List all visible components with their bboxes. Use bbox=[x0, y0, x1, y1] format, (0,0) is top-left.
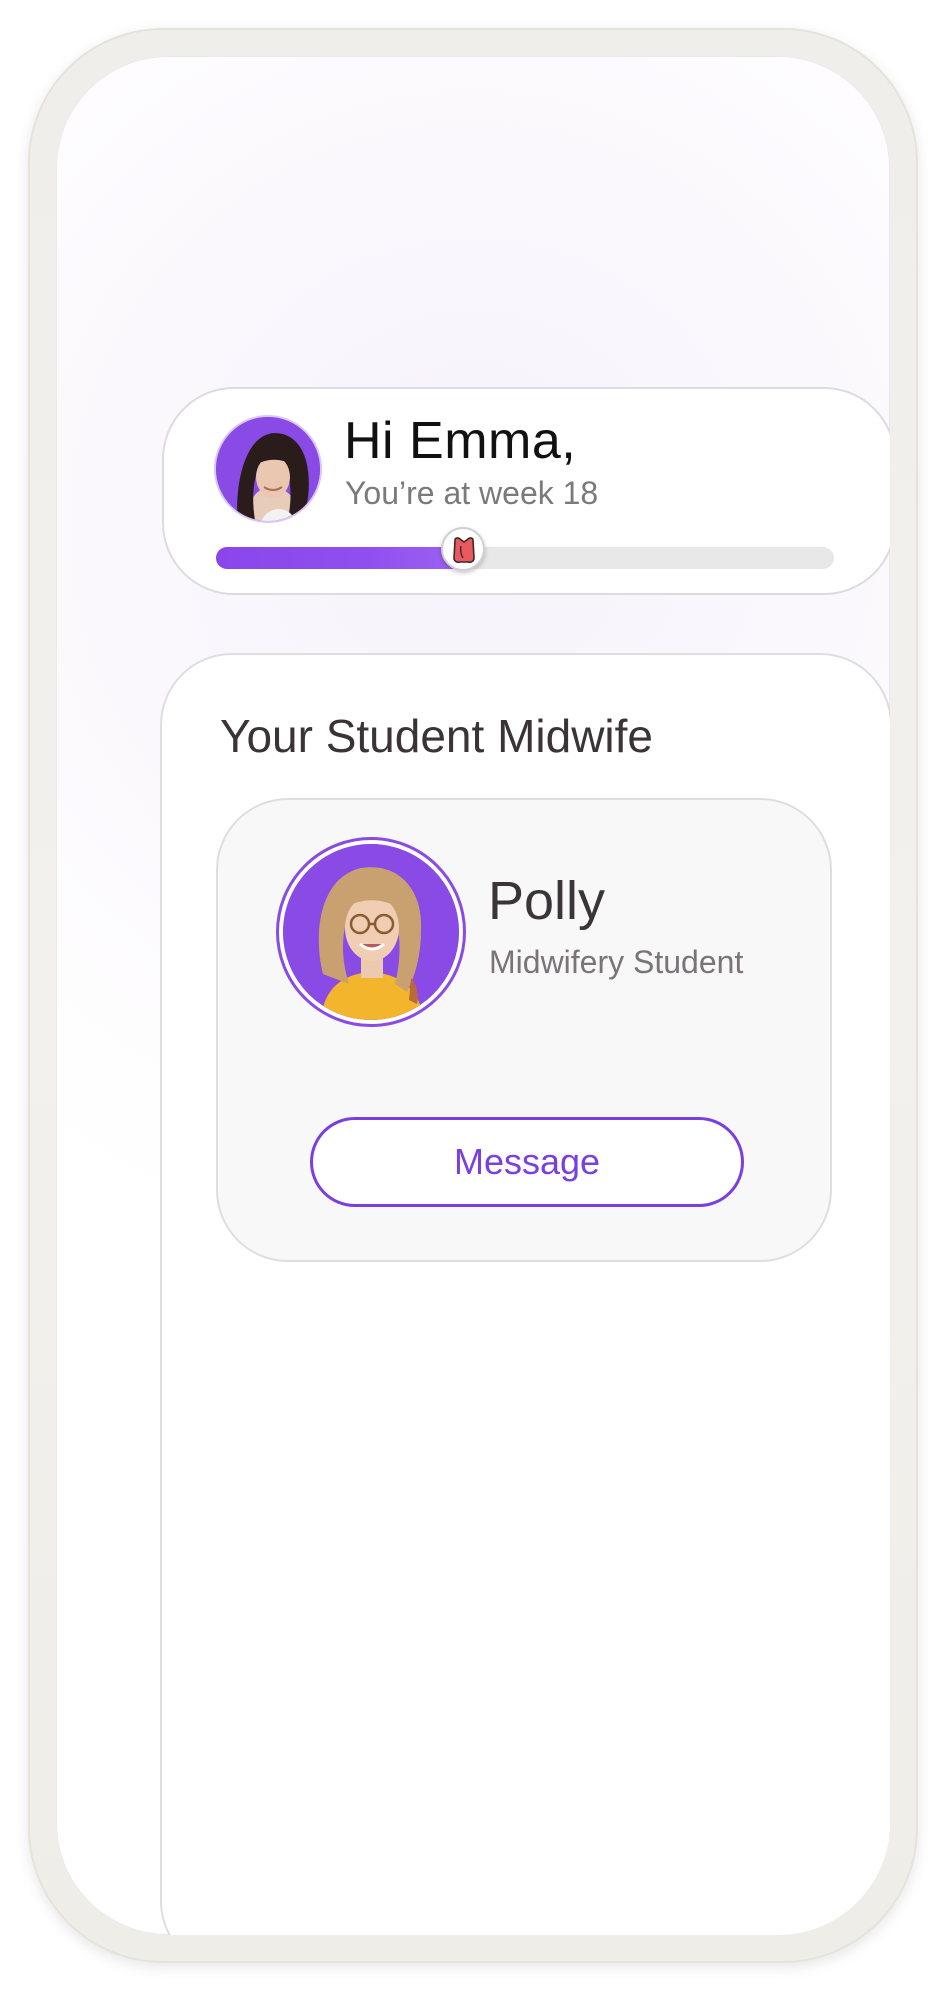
phone-screen: Hi Emma, You’re at week 18 Your Student … bbox=[56, 56, 890, 1935]
pregnancy-week-text: You’re at week 18 bbox=[345, 475, 599, 511]
section-title: Your Student Midwife bbox=[220, 710, 654, 762]
pregnancy-progress-track bbox=[216, 547, 834, 569]
midwife-avatar[interactable] bbox=[276, 837, 466, 1027]
midwife-name: Polly bbox=[488, 871, 606, 931]
greeting-card: Hi Emma, You’re at week 18 bbox=[162, 387, 890, 595]
midwife-photo bbox=[283, 844, 459, 1020]
message-button[interactable]: Message bbox=[310, 1117, 744, 1207]
pregnancy-progress-fill bbox=[216, 547, 463, 569]
baby-icon bbox=[453, 537, 475, 564]
midwife-role: Midwifery Student bbox=[489, 944, 744, 980]
user-photo bbox=[216, 417, 320, 521]
user-avatar[interactable] bbox=[214, 415, 322, 523]
midwife-card: Polly Midwifery Student Message bbox=[216, 798, 832, 1262]
pregnancy-progress-thumb[interactable] bbox=[441, 527, 485, 571]
main-panel: Your Student Midwife Polly Midwifery Stu… bbox=[160, 653, 890, 1935]
greeting-title: Hi Emma, bbox=[344, 412, 577, 470]
